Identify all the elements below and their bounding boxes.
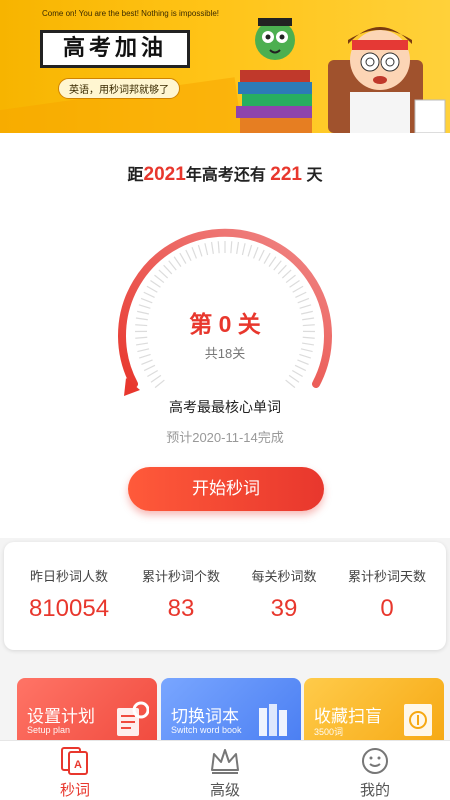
nav-label: 高级: [209, 782, 240, 799]
smiley-icon: [362, 748, 388, 774]
countdown-suffix: 天: [306, 167, 323, 184]
gauge-tick: [154, 379, 165, 389]
gauge-tick: [230, 241, 233, 254]
gauge-tick: [285, 379, 296, 389]
exam-countdown: 距2021年高考还有 221 天: [0, 161, 450, 186]
stat-value: 39: [270, 595, 298, 622]
gauge-tick: [163, 264, 173, 275]
start-button[interactable]: 开始秒词: [128, 467, 324, 511]
gauge-tick: [273, 260, 282, 271]
promo-banner[interactable]: Come on! You are the best! Nothing is im…: [0, 0, 450, 133]
banner-title: 高考加油: [40, 30, 190, 68]
gauge-tick: [150, 280, 161, 288]
gauge-tick: [268, 256, 277, 267]
stat-yesterday-users: 昨日秒词人数 810054: [14, 566, 124, 623]
gauge-tick: [146, 285, 158, 293]
nav-label: 秒词: [59, 782, 90, 799]
stat-value: 83: [167, 595, 195, 622]
gauge-tick: [154, 274, 165, 284]
gauge-tick: [143, 291, 155, 298]
switch-word-book-tile[interactable]: 切换词本 Switch word book: [161, 678, 301, 748]
estimated-finish-date: 预计2020-11-14完成: [166, 430, 284, 445]
gauge-tick: [168, 260, 177, 271]
stats-panel: 昨日秒词人数 810054 累计秒词个数 83 每关秒词数 39 累计秒词天数 …: [4, 542, 446, 650]
stat-value: 810054: [28, 595, 110, 622]
gauge-tick: [173, 256, 182, 267]
word-card-icon: A: [61, 747, 88, 775]
favorite-book-icon: [404, 704, 432, 736]
plan-icon: [117, 701, 149, 736]
gauge-tick: [285, 274, 296, 284]
tile-title: 切换词本: [171, 707, 239, 726]
gauge-tick: [263, 252, 271, 264]
gauge-tick: [291, 369, 303, 378]
gauge-tick: [150, 374, 162, 383]
gauge-tick: [191, 247, 197, 259]
countdown-days: 221: [270, 164, 302, 185]
gauge-tick: [147, 369, 159, 378]
gauge-tick: [247, 244, 253, 257]
gauge-tick: [292, 285, 304, 293]
gauge-tick: [143, 364, 156, 372]
word-book-name: 高考最最核心单词: [169, 399, 281, 415]
nav-item-mine[interactable]: 我的: [300, 741, 450, 800]
gauge-tick: [158, 269, 169, 279]
current-level: 第 0 关: [189, 311, 261, 337]
stat-label: 累计秒词天数: [347, 569, 426, 584]
banner-motto: Come on! You are the best! Nothing is im…: [42, 9, 219, 18]
gauge-tick: [289, 280, 300, 288]
gauge-tick: [277, 264, 287, 275]
gauge-tick: [288, 374, 300, 383]
study-card: 距2021年高考还有 221 天 第 0 关 共18关 高考最最核心单词 预计2…: [0, 133, 450, 538]
tile-title: 收藏扫盲: [314, 707, 382, 726]
tile-subtitle: Switch word book: [171, 725, 242, 735]
gauge-tick: [197, 244, 203, 257]
gauge-tick: [236, 241, 240, 254]
stat-total-days: 累计秒词天数 0: [332, 566, 442, 623]
countdown-prefix: 距: [127, 167, 144, 184]
gauge-tick: [281, 269, 292, 279]
stat-value: 0: [380, 595, 394, 622]
books-icon: [259, 704, 287, 736]
nav-label: 我的: [359, 782, 390, 799]
crown-icon: [211, 749, 239, 774]
bottom-navigation: A 秒词 高级 我的: [0, 740, 450, 800]
gauge-tick: [210, 241, 214, 254]
gauge-tick: [204, 243, 209, 256]
gauge-tick: [294, 364, 307, 372]
countdown-year: 2021: [143, 164, 186, 185]
gauge-tick: [295, 291, 307, 298]
gauge-tick: [241, 243, 246, 256]
stat-label: 每关秒词数: [251, 569, 317, 584]
gauge-tick: [185, 249, 192, 262]
svg-text:A: A: [74, 759, 82, 771]
tile-subtitle: Setup plan: [27, 725, 71, 735]
gauge-tick: [217, 241, 220, 254]
tile-title: 设置计划: [27, 707, 95, 726]
stat-words-per-level: 每关秒词数 39: [229, 566, 339, 623]
gauge-tick: [253, 247, 259, 259]
banner-slogan: 英语，用秒词邦就够了: [58, 78, 180, 99]
gauge-tick: [297, 297, 310, 304]
stat-total-words: 累计秒词个数 83: [126, 566, 236, 623]
countdown-middle: 年高考还有: [185, 167, 266, 184]
tile-subtitle: 3500词: [314, 727, 344, 737]
stat-label: 昨日秒词人数: [29, 569, 108, 584]
nav-item-words[interactable]: A 秒词: [0, 741, 150, 800]
gauge-tick: [258, 249, 265, 262]
student-with-books-illustration: [236, 18, 446, 133]
nav-item-premium[interactable]: 高级: [150, 741, 300, 800]
favorites-tile[interactable]: 收藏扫盲 3500词: [304, 678, 444, 748]
gauge-tick: [179, 252, 187, 264]
total-levels: 共18关: [204, 346, 246, 361]
gauge-tick: [140, 297, 153, 304]
setup-plan-tile[interactable]: 设置计划 Setup plan: [17, 678, 157, 748]
stat-label: 累计秒词个数: [141, 569, 220, 584]
